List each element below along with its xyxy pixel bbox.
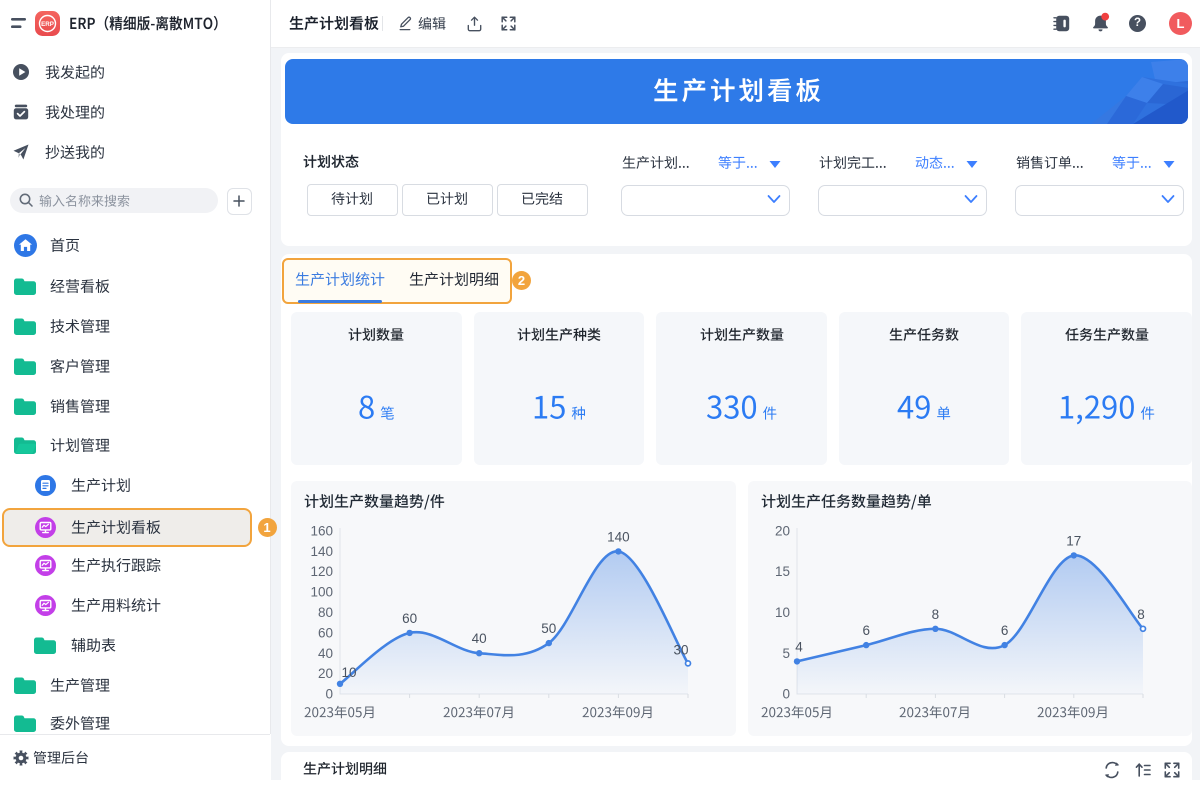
svg-text:4: 4: [795, 639, 803, 654]
svg-text:6: 6: [1000, 623, 1008, 638]
svg-text:60: 60: [402, 611, 417, 626]
svg-text:10: 10: [341, 665, 356, 680]
svg-text:8: 8: [931, 607, 939, 622]
svg-text:120: 120: [310, 564, 333, 579]
svg-text:ERP: ERP: [41, 21, 54, 28]
svg-text:17: 17: [1066, 533, 1081, 548]
svg-text:80: 80: [318, 605, 333, 620]
svg-text:10: 10: [774, 605, 789, 620]
svg-text:6: 6: [862, 623, 870, 638]
svg-text:140: 140: [310, 544, 333, 559]
svg-text:40: 40: [318, 646, 333, 661]
svg-text:30: 30: [673, 642, 688, 657]
svg-text:8: 8: [1137, 607, 1145, 622]
svg-text:5: 5: [782, 646, 790, 661]
svg-text:60: 60: [318, 625, 333, 640]
svg-text:160: 160: [310, 524, 333, 539]
svg-text:140: 140: [607, 529, 630, 544]
svg-text:20: 20: [774, 524, 789, 539]
svg-text:20: 20: [318, 666, 333, 681]
svg-text:15: 15: [774, 564, 789, 579]
svg-text:0: 0: [782, 687, 790, 702]
svg-text:0: 0: [325, 687, 333, 702]
svg-text:40: 40: [472, 631, 487, 646]
svg-text:100: 100: [310, 585, 333, 600]
svg-text:50: 50: [541, 621, 556, 636]
